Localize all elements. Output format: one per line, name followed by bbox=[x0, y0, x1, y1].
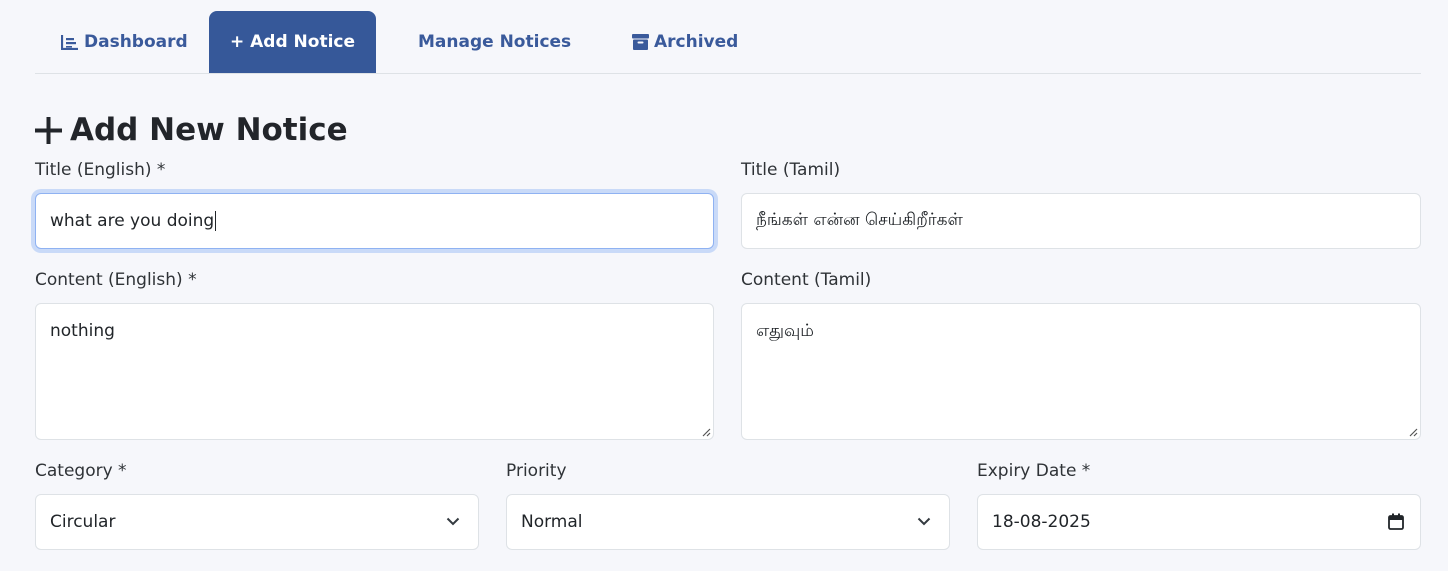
title-english-input[interactable]: what are you doing bbox=[35, 193, 714, 249]
tab-archived-label: Archived bbox=[654, 32, 739, 52]
page-title: Add New Notice bbox=[35, 108, 348, 152]
priority-label: Priority bbox=[506, 461, 567, 481]
content-tamil-value: எதுவும் bbox=[756, 321, 814, 341]
content-tamil-label: Content (Tamil) bbox=[741, 270, 872, 290]
title-tamil-input[interactable]: நீங்கள் என்ன செய்கிறீர்கள் bbox=[741, 193, 1421, 249]
priority-value: Normal bbox=[521, 512, 583, 532]
plus-icon bbox=[35, 116, 62, 144]
content-english-value: nothing bbox=[50, 321, 115, 341]
expiry-date-value: 18-08-2025 bbox=[992, 512, 1091, 532]
resize-handle-icon[interactable] bbox=[1408, 427, 1418, 437]
page-title-text: Add New Notice bbox=[70, 112, 348, 148]
tab-manage-notices-label: Manage Notices bbox=[418, 32, 572, 52]
tab-add-notice[interactable]: + Add Notice bbox=[209, 11, 376, 73]
title-english-label: Title (English) * bbox=[35, 160, 166, 180]
category-label: Category * bbox=[35, 461, 127, 481]
content-english-textarea[interactable]: nothing bbox=[35, 303, 714, 440]
chart-icon bbox=[61, 35, 78, 50]
calendar-icon[interactable] bbox=[1388, 513, 1404, 530]
title-english-value: what are you doing bbox=[50, 211, 215, 231]
content-tamil-textarea[interactable]: எதுவும் bbox=[741, 303, 1421, 440]
content-english-label: Content (English) * bbox=[35, 270, 197, 290]
expiry-date-label: Expiry Date * bbox=[977, 461, 1091, 481]
text-caret bbox=[215, 211, 217, 231]
title-tamil-value: நீங்கள் என்ன செய்கிறீர்கள் bbox=[756, 210, 963, 230]
nav-tabs: Dashboard + Add Notice Manage Notices Ar… bbox=[35, 11, 1421, 74]
tab-add-notice-label: + Add Notice bbox=[229, 32, 356, 52]
category-select[interactable]: Circular bbox=[35, 494, 479, 550]
tab-dashboard[interactable]: Dashboard bbox=[61, 11, 209, 73]
chevron-down-icon bbox=[446, 517, 460, 526]
title-tamil-label: Title (Tamil) bbox=[741, 160, 841, 180]
archive-box-icon bbox=[632, 34, 649, 50]
tab-archived[interactable]: Archived bbox=[632, 11, 738, 73]
tab-dashboard-label: Dashboard bbox=[84, 32, 188, 52]
priority-select[interactable]: Normal bbox=[506, 494, 950, 550]
tab-manage-notices[interactable]: Manage Notices bbox=[413, 11, 572, 73]
resize-handle-icon[interactable] bbox=[701, 427, 711, 437]
expiry-date-input[interactable]: 18-08-2025 bbox=[977, 494, 1421, 550]
chevron-down-icon bbox=[917, 517, 931, 526]
category-value: Circular bbox=[50, 512, 116, 532]
